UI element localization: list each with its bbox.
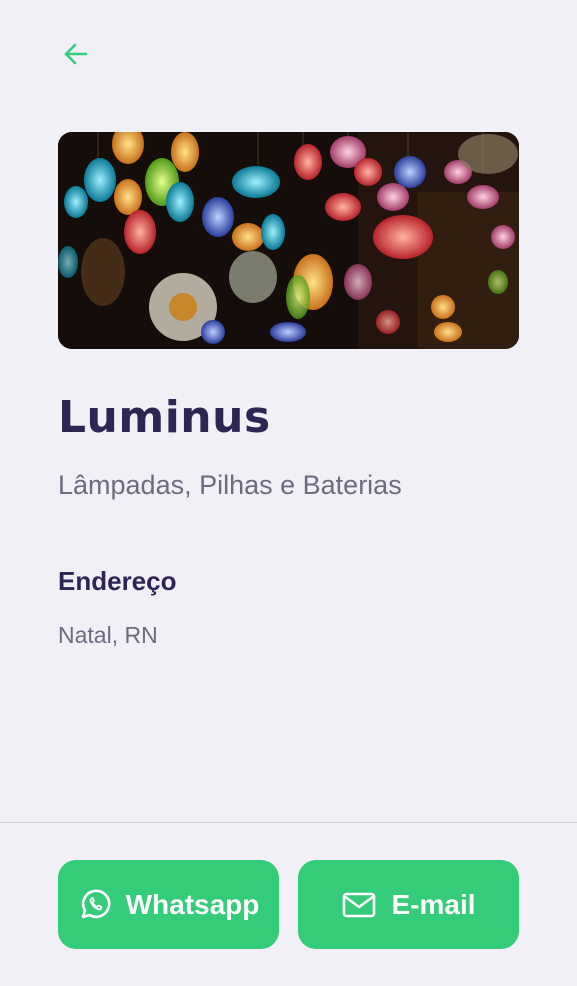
whatsapp-button[interactable]: Whatsapp xyxy=(58,860,279,949)
address-heading: Endereço xyxy=(58,566,177,596)
whatsapp-icon xyxy=(78,888,112,922)
point-items: Lâmpadas, Pilhas e Baterias xyxy=(58,470,402,500)
email-button[interactable]: E-mail xyxy=(298,860,519,949)
back-button[interactable] xyxy=(60,38,92,70)
mail-icon xyxy=(341,890,377,920)
footer-divider xyxy=(0,822,577,823)
arrow-left-icon xyxy=(62,40,90,68)
email-label: E-mail xyxy=(391,888,476,920)
point-image xyxy=(58,132,519,349)
address-value: Natal, RN xyxy=(58,622,158,648)
point-name: Luminus xyxy=(58,392,271,443)
whatsapp-label: Whatsapp xyxy=(125,888,260,920)
